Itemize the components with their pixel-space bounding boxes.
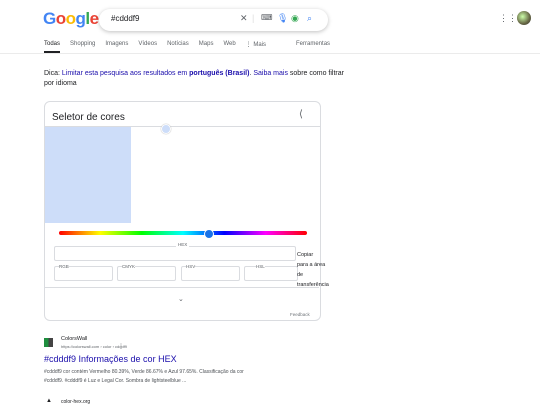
result-site-name[interactable]: ColorsWall (61, 336, 87, 342)
share-icon[interactable]: ⟨ (299, 109, 303, 120)
color-swatch[interactable] (45, 127, 131, 223)
learn-more-link[interactable]: Saiba mais (253, 70, 288, 77)
tab-todas[interactable]: Todas (44, 41, 61, 53)
hex-label: HEX (176, 242, 190, 247)
hsl-label: HSL (256, 264, 265, 269)
mic-icon[interactable]: 🎙 (277, 13, 288, 24)
result-site-name-2[interactable]: color-hex.org (61, 399, 90, 405)
rgb-label: RGB (59, 264, 69, 269)
tabs-divider (0, 53, 540, 54)
tab-imagens[interactable]: Imagens (105, 41, 128, 53)
language-hint: Dica: Limitar esta pesquisa aos resultad… (44, 70, 344, 87)
hex-field[interactable] (54, 246, 296, 261)
tab-mais[interactable]: ⋮ Mais (246, 41, 266, 53)
tab-web[interactable]: Web (223, 41, 235, 53)
color-picker-title: Seletor de cores (52, 112, 125, 123)
tab-shopping[interactable]: Shopping (70, 41, 95, 53)
hsv-label: HSV (186, 264, 196, 269)
google-logo[interactable]: Google (43, 9, 99, 29)
search-input[interactable]: #cdddf9 (111, 14, 139, 23)
hue-slider-handle[interactable] (204, 229, 214, 239)
hsl-field[interactable] (244, 266, 298, 281)
keyboard-icon[interactable]: ⌨ (261, 13, 273, 22)
more-options-icon[interactable]: ⋮ (118, 343, 124, 350)
search-box[interactable]: #cdddf9 ✕ | ⌨ 🎙 ◉ ⌕ (99, 9, 328, 31)
hue-slider[interactable] (59, 231, 307, 235)
result-title[interactable]: #cdddf9 Informações de cor HEX (44, 354, 177, 364)
divider: | (252, 13, 255, 23)
search-tabs: Todas Shopping Imagens Vídeos Notícias M… (44, 41, 340, 53)
lens-icon[interactable]: ◉ (291, 13, 299, 24)
tab-maps[interactable]: Maps (199, 41, 214, 53)
copy-to-clipboard-button[interactable]: Copiar para a área de transferência (297, 250, 337, 290)
tab-ferramentas[interactable]: Ferramentas (296, 41, 330, 53)
saturation-handle[interactable] (161, 124, 171, 134)
avatar[interactable] (517, 11, 531, 25)
feedback-link[interactable]: Feedback (290, 312, 310, 317)
search-icon[interactable]: ⌕ (307, 13, 312, 24)
limit-language-link[interactable]: Limitar esta pesquisa aos resultados em … (62, 70, 250, 77)
card-divider-bottom (45, 287, 319, 288)
cmyk-label: CMYK (122, 264, 136, 269)
site-favicon (44, 338, 53, 347)
close-icon[interactable]: ✕ (240, 13, 248, 24)
site-favicon-2: ▲ (46, 398, 52, 404)
tab-videos[interactable]: Vídeos (138, 41, 157, 53)
result-snippet: #cdddf9 cor contém Vermelho 80.39%, Verd… (44, 369, 244, 384)
tab-noticias[interactable]: Notícias (167, 41, 189, 53)
chevron-down-icon[interactable]: ⌄ (178, 295, 184, 303)
